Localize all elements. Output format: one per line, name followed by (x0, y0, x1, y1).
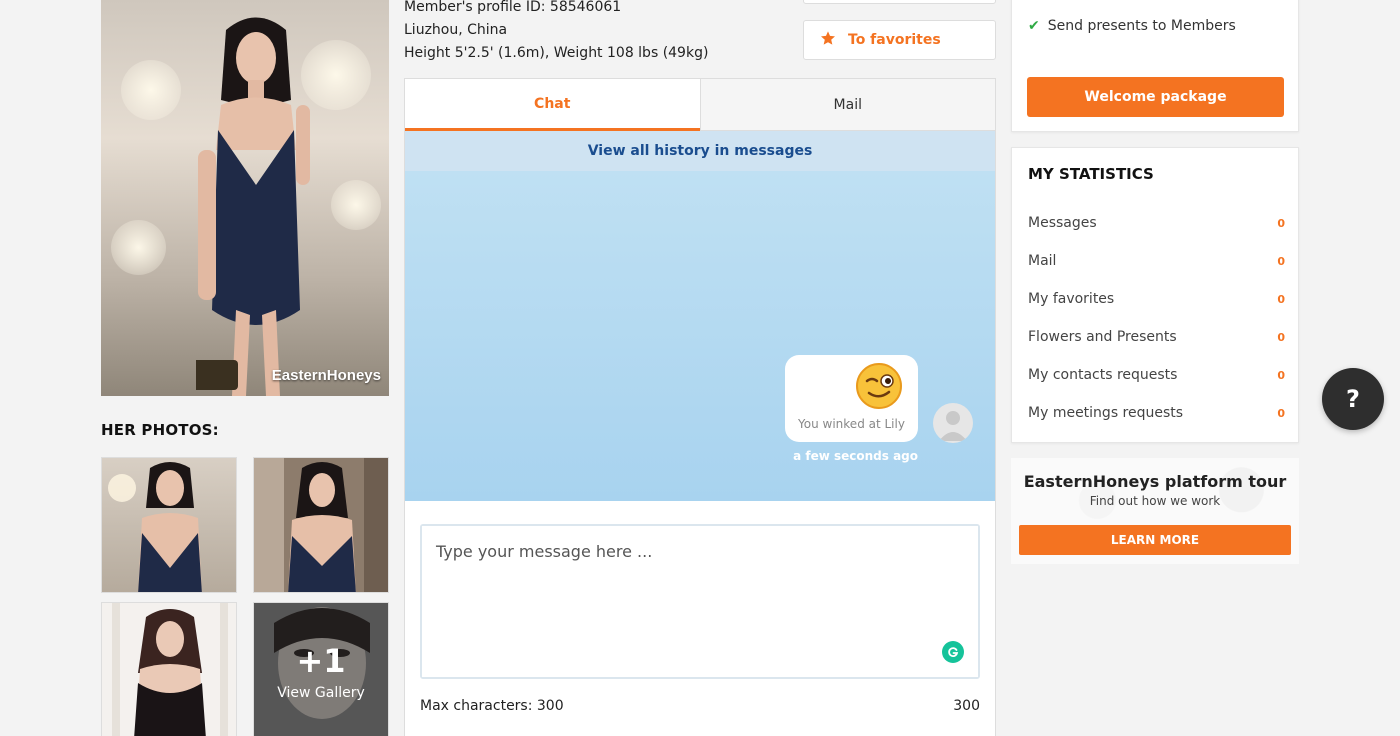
profile-info: Member's profile ID: 58546061 Liuzhou, C… (404, 0, 708, 65)
view-history-link[interactable]: View all history in messages (405, 131, 995, 171)
main-profile-photo[interactable]: EasternHoneys (101, 0, 389, 396)
stat-label: Messages (1028, 215, 1097, 231)
wink-emoji-icon (856, 363, 902, 409)
photo-watermark: EasternHoneys (271, 367, 381, 384)
message-timestamp: a few seconds ago (793, 449, 918, 463)
message-bubble: You winked at Lily (785, 355, 918, 442)
stat-row-contacts-requests[interactable]: My contacts requests 0 (1028, 356, 1285, 394)
view-gallery-thumbnail[interactable]: +1 View Gallery (253, 602, 389, 736)
chat-tabs: Chat Mail (405, 79, 995, 131)
woman-figure-image (196, 17, 310, 396)
profile-location: Liuzhou, China (404, 22, 508, 38)
perk-item: ✔ Send presents to Members (1028, 18, 1236, 34)
stat-count: 0 (1277, 406, 1285, 420)
stat-label: My favorites (1028, 291, 1115, 307)
star-icon (820, 30, 836, 50)
perks-card: ✔ Send presents to Members Welcome packa… (1011, 0, 1299, 132)
message-text: You winked at Lily (798, 417, 905, 431)
photo-thumbnail-1[interactable] (101, 457, 237, 593)
profile-action-button[interactable] (803, 0, 996, 4)
stat-row-messages[interactable]: Messages 0 (1028, 204, 1285, 242)
tour-title: EasternHoneys platform tour (1023, 472, 1287, 491)
stat-row-favorites[interactable]: My favorites 0 (1028, 280, 1285, 318)
to-favorites-label: To favorites (848, 32, 941, 48)
learn-more-button[interactable]: LEARN MORE (1019, 525, 1291, 555)
user-avatar (933, 403, 973, 443)
her-photos-heading: HER PHOTOS: (101, 421, 219, 439)
characters-remaining: 300 (953, 698, 980, 714)
chat-message-area: You winked at Lily a few seconds ago (405, 171, 995, 501)
stat-count: 0 (1277, 216, 1285, 230)
chat-panel: Chat Mail View all history in messages Y… (404, 78, 996, 736)
stat-row-meetings-requests[interactable]: My meetings requests 0 (1028, 394, 1285, 432)
help-button[interactable]: ? (1322, 368, 1384, 430)
stat-row-flowers-presents[interactable]: Flowers and Presents 0 (1028, 318, 1285, 356)
statistics-title: MY STATISTICS (1028, 165, 1154, 183)
profile-id: Member's profile ID: 58546061 (404, 0, 622, 15)
tab-chat[interactable]: Chat (405, 79, 700, 131)
message-input[interactable] (422, 526, 978, 677)
stat-count: 0 (1277, 330, 1285, 344)
statistics-list: Messages 0 Mail 0 My favorites 0 Flowers… (1028, 204, 1285, 432)
tab-mail[interactable]: Mail (699, 79, 995, 131)
max-characters-label: Max characters: 300 (420, 698, 564, 714)
view-gallery-label: View Gallery (277, 685, 365, 701)
profile-body-stats: Height 5'2.5' (1.6m), Weight 108 lbs (49… (404, 45, 709, 61)
perk-item-label: Send presents to Members (1047, 18, 1236, 34)
to-favorites-button[interactable]: To favorites (803, 20, 996, 60)
tour-subtitle: Find out how we work (1089, 494, 1221, 508)
stat-label: Mail (1028, 253, 1057, 269)
checkmark-icon: ✔ (1028, 18, 1040, 34)
gallery-extra-count: +1 (296, 642, 346, 680)
welcome-package-button[interactable]: Welcome package (1027, 77, 1284, 117)
stat-count: 0 (1277, 254, 1285, 268)
stat-label: My meetings requests (1028, 405, 1184, 421)
stat-row-mail[interactable]: Mail 0 (1028, 242, 1285, 280)
stat-label: Flowers and Presents (1028, 329, 1177, 345)
stat-label: My contacts requests (1028, 367, 1178, 383)
my-statistics-card: MY STATISTICS Messages 0 Mail 0 My favor… (1011, 147, 1299, 443)
message-input-wrapper (420, 524, 980, 679)
grammarly-icon[interactable] (942, 641, 964, 663)
photo-thumbnail-2[interactable] (253, 457, 389, 593)
stat-count: 0 (1277, 368, 1285, 382)
view-gallery-overlay[interactable]: +1 View Gallery (254, 603, 388, 736)
platform-tour-card: EasternHoneys platform tour Find out how… (1011, 458, 1299, 564)
photo-thumbnail-3[interactable] (101, 602, 237, 736)
stat-count: 0 (1277, 292, 1285, 306)
